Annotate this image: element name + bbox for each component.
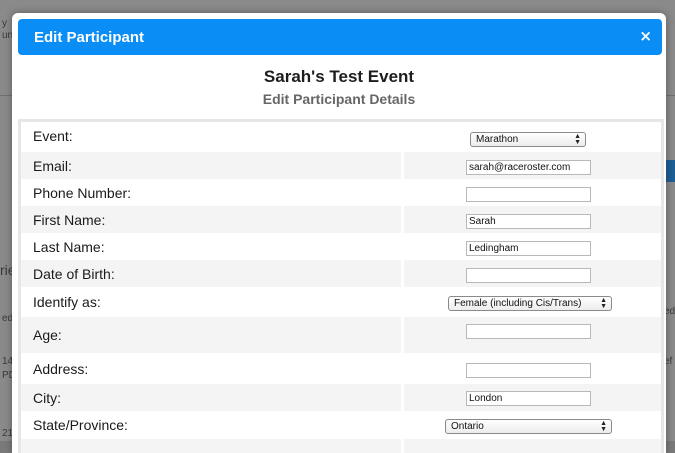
form-row-event: Event: Marathon ▲ ▼: [21, 122, 661, 149]
identify-select-value: Female (including Cis/Trans): [454, 298, 582, 309]
email-label: Email:: [21, 152, 401, 179]
participant-form: Event: Marathon ▲ ▼ Email: sarah@racerost…: [18, 119, 664, 453]
select-arrows-icon: ▲ ▼: [600, 420, 607, 433]
form-row-state: State/Province: Ontario ▲ ▼: [21, 411, 661, 439]
form-row-phone: Phone Number:: [21, 179, 661, 206]
modal-header: Edit Participant ×: [18, 19, 662, 55]
dob-label: Date of Birth:: [21, 260, 401, 287]
form-row-last-name: Last Name: Ledingham: [21, 233, 661, 260]
state-select[interactable]: Ontario ▲ ▼: [445, 419, 612, 434]
form-row-next: [21, 439, 661, 453]
form-row-city: City: London: [21, 384, 661, 411]
background-text: y: [2, 18, 7, 29]
city-field[interactable]: London: [466, 391, 591, 406]
phone-field[interactable]: [466, 187, 591, 202]
event-value-cell: Marathon ▲ ▼: [404, 122, 661, 149]
first-name-value-cell: Sarah: [404, 206, 661, 233]
close-icon[interactable]: ×: [639, 27, 652, 45]
form-row-age: Age:: [21, 317, 661, 353]
state-value-cell: Ontario ▲ ▼: [404, 411, 661, 439]
age-value-cell: [404, 317, 661, 353]
first-name-label: First Name:: [21, 206, 401, 233]
last-name-field[interactable]: Ledingham: [466, 241, 591, 256]
event-select-value: Marathon: [476, 134, 519, 145]
email-field[interactable]: sarah@raceroster.com: [466, 160, 591, 175]
dob-value-cell: [404, 260, 661, 287]
state-label: State/Province:: [33, 417, 128, 433]
address-value-cell: [404, 353, 661, 384]
form-row-email: Email: sarah@raceroster.com: [21, 152, 661, 179]
identify-label: Identify as:: [33, 294, 101, 310]
event-name-heading: Sarah's Test Event: [263, 67, 415, 86]
modal-title: Edit Participant: [34, 29, 145, 46]
next-row-value-cell: [404, 439, 661, 453]
event-select[interactable]: Marathon ▲ ▼: [470, 132, 586, 147]
select-arrows-icon: ▲ ▼: [574, 133, 581, 146]
address-label: Address:: [33, 360, 89, 377]
age-label: Age:: [21, 317, 401, 353]
form-row-identify: Identify as: Female (including Cis/Trans…: [21, 287, 661, 317]
event-label: Event:: [33, 127, 73, 144]
form-row-address: Address:: [21, 353, 661, 384]
last-name-label: Last Name:: [33, 238, 105, 255]
identify-select[interactable]: Female (including Cis/Trans) ▲ ▼: [448, 296, 612, 311]
select-arrows-icon: ▲ ▼: [600, 297, 607, 310]
edit-participant-modal: Edit Participant × Sarah's Test Event Ed…: [12, 13, 666, 453]
age-field[interactable]: [466, 324, 591, 339]
city-label: City:: [21, 384, 401, 411]
next-row-label: [21, 439, 401, 453]
city-value-cell: London: [404, 384, 661, 411]
first-name-field[interactable]: Sarah: [466, 214, 591, 229]
phone-value-cell: [404, 179, 661, 206]
last-name-value-cell: Ledingham: [404, 233, 661, 260]
page-subtitle: Edit Participant Details: [262, 91, 416, 107]
email-value-cell: sarah@raceroster.com: [404, 152, 661, 179]
form-row-first-name: First Name: Sarah: [21, 206, 661, 233]
phone-label: Phone Number:: [33, 184, 132, 201]
form-row-dob: Date of Birth:: [21, 260, 661, 287]
state-select-value: Ontario: [451, 421, 484, 432]
identify-value-cell: Female (including Cis/Trans) ▲ ▼: [404, 287, 661, 317]
address-field[interactable]: [466, 363, 591, 378]
dob-field[interactable]: [466, 268, 591, 283]
